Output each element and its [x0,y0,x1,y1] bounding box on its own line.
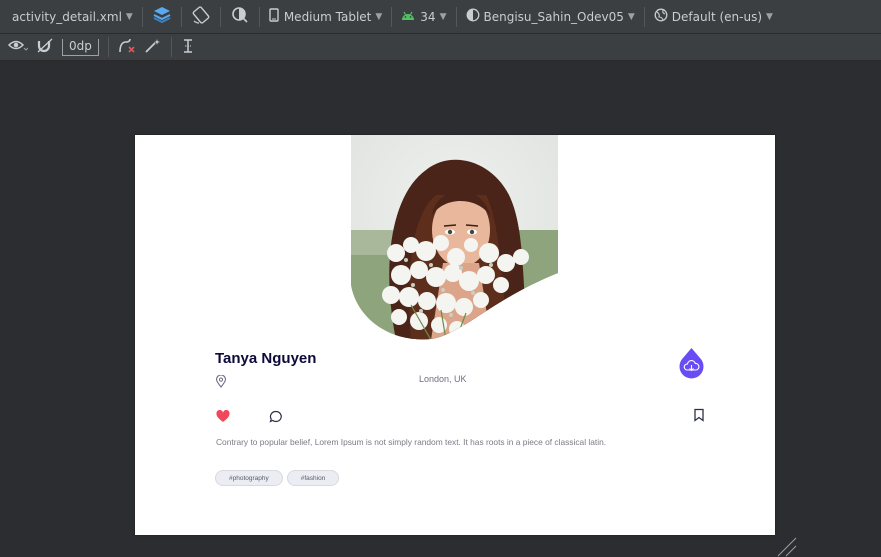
default-margins-field[interactable]: 0dp [62,38,99,56]
cloud-download-icon [678,348,705,385]
orientation-button[interactable] [187,5,215,29]
clear-constraints-button[interactable] [114,35,140,59]
night-mode-button[interactable] [226,5,254,29]
toolbar-divider [455,6,457,27]
design-surface-icon [152,5,172,28]
heart-icon[interactable] [216,408,230,427]
night-mode-icon [230,5,250,28]
file-name-label: activity_detail.xml [12,9,122,24]
file-selector[interactable]: activity_detail.xml ▼ [0,5,137,29]
toolbar-divider [141,6,143,27]
chevron-down-icon: ▼ [375,11,383,22]
orientation-icon [191,5,211,28]
tag-chip[interactable]: #fashion [286,470,340,486]
toolbar-divider [170,37,172,57]
toolbar-divider [391,6,393,27]
locale-selector[interactable]: Default (en-us) ▼ [650,5,777,29]
profile-name: Tanya Nguyen [215,350,317,367]
margin-value: 0dp [69,38,92,53]
toolbar-divider [258,6,260,27]
toolbar-divider [643,6,645,27]
resize-handle-icon[interactable] [776,537,798,557]
tag-list: #photography #fashion [215,470,340,486]
locale-label: Default (en-us) [671,9,762,24]
bookmark-icon[interactable] [693,407,705,426]
android-icon [401,10,415,24]
chevron-down-icon: ▼ [439,11,447,22]
api-level-selector[interactable]: 34 ▼ [397,5,450,29]
chevron-down-icon: ▼ [766,11,773,22]
toolbar-divider [180,6,182,27]
guidelines-button[interactable] [177,35,199,59]
chevron-down-icon: ▼ [627,11,635,22]
constraint-toolbar: 0dp [0,34,881,61]
device-icon [269,8,279,25]
design-canvas[interactable]: Tanya Nguyen London, UK Contrary to popu… [135,135,775,535]
view-options-eye-icon [7,39,29,56]
download-button[interactable] [678,347,705,381]
clear-constraints-icon [118,38,136,57]
comment-icon[interactable] [269,408,283,427]
infer-constraints-wand-icon [144,38,162,57]
location-label: London, UK [419,374,467,384]
design-surface-button[interactable] [148,5,176,29]
location-pin-icon [215,373,227,392]
theme-icon [466,8,480,25]
theme-label: Bengisu_Sahin_Odev05 [483,9,624,24]
api-level-label: 34 [420,9,436,24]
chevron-down-icon: ▼ [125,11,133,22]
infer-constraints-button[interactable] [140,35,166,59]
locale-globe-icon [654,8,668,25]
view-options-button[interactable] [0,35,32,59]
device-selector[interactable]: Medium Tablet ▼ [265,5,386,29]
autoconnect-magnet-icon [36,38,54,57]
toolbar-divider [107,37,109,57]
guidelines-icon [181,38,195,57]
profile-description: Contrary to popular belief, Lorem Ipsum … [216,437,607,447]
theme-selector[interactable]: Bengisu_Sahin_Odev05 ▼ [462,5,639,29]
device-label: Medium Tablet [283,9,372,24]
profile-photo [351,135,558,340]
tag-chip[interactable]: #photography [215,470,283,486]
layout-editor-toolbar: activity_detail.xml ▼ Medium Tablet ▼ 34… [0,0,881,34]
toolbar-divider [219,6,221,27]
autoconnect-button[interactable] [32,35,58,59]
